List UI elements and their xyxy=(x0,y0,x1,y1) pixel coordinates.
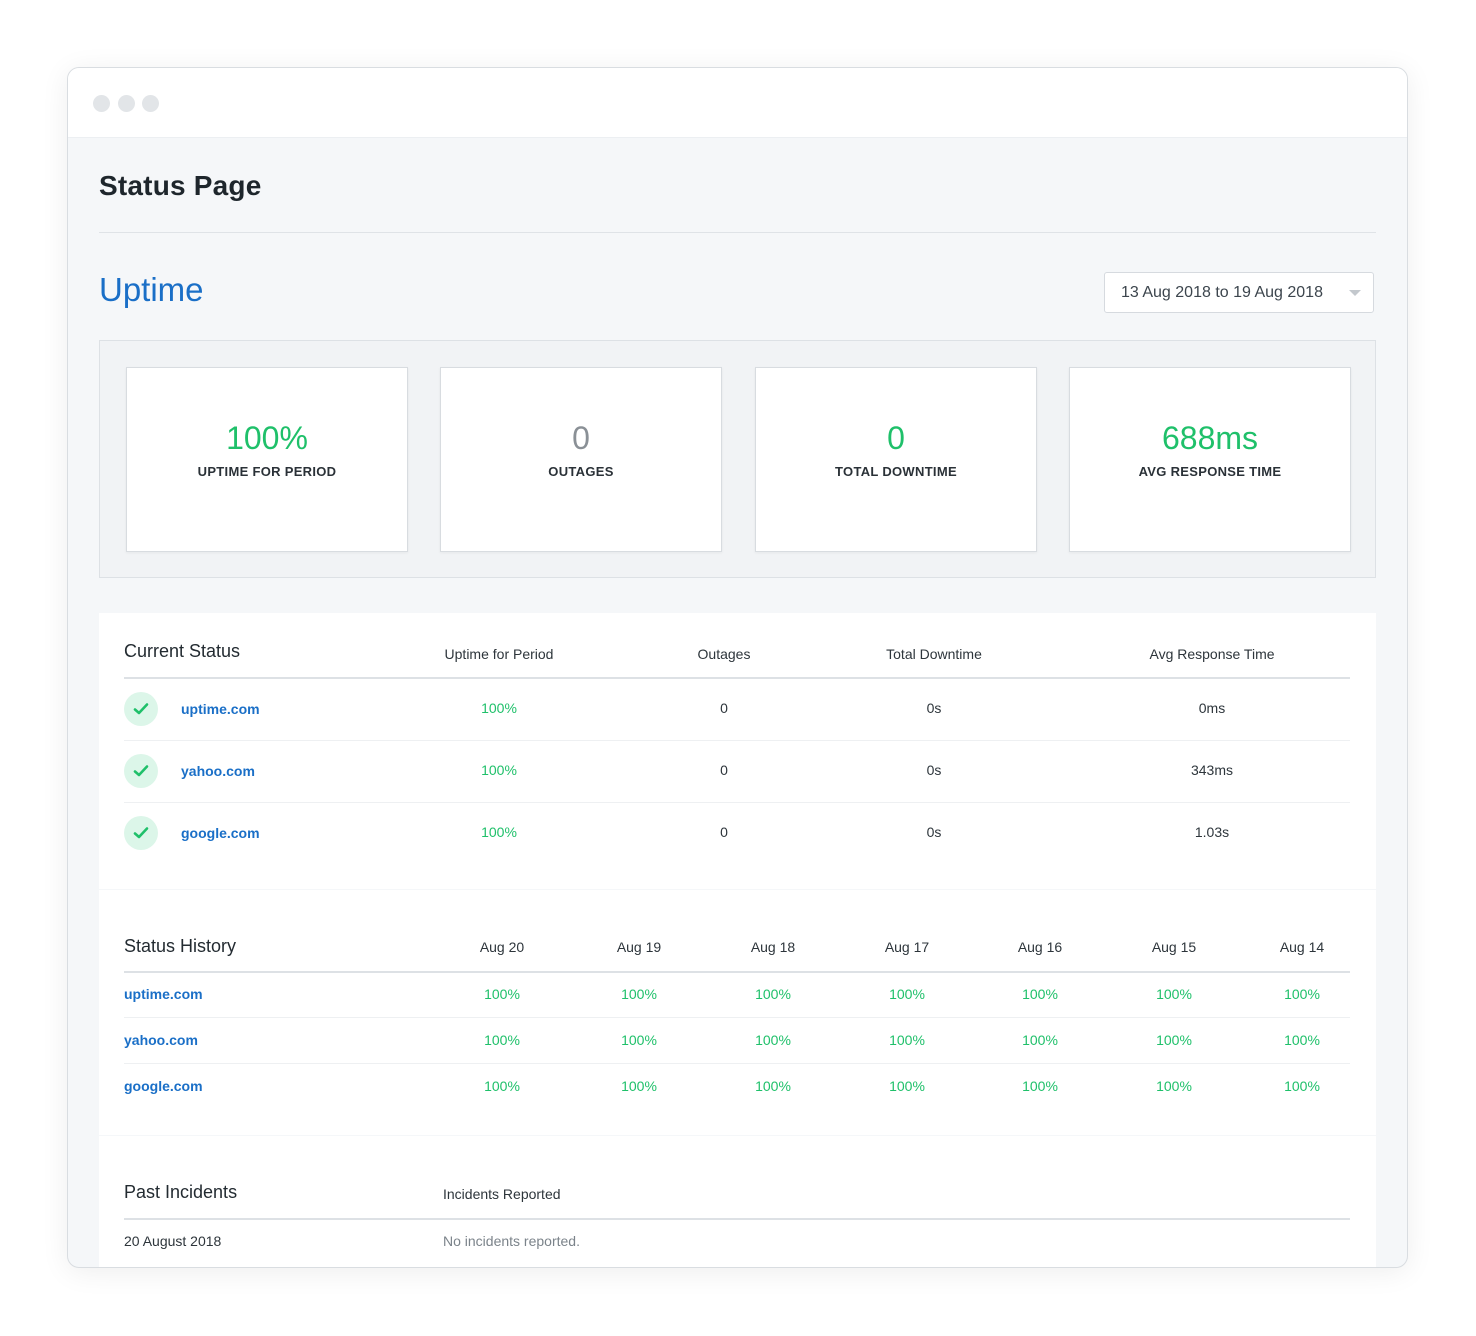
response-value: 343ms xyxy=(1190,762,1234,778)
day-header: Aug 18 xyxy=(750,939,796,955)
window-titlebar xyxy=(68,68,1407,138)
outages-value: 0 xyxy=(720,700,728,716)
stat-card-response-time: 688ms AVG RESPONSE TIME xyxy=(1069,367,1351,552)
uptime-stats-panel: 100% UPTIME FOR PERIOD 0 OUTAGES 0 TOTAL… xyxy=(99,340,1376,578)
history-value: 100% xyxy=(889,1078,925,1094)
history-value: 100% xyxy=(484,1078,520,1094)
history-value: 100% xyxy=(621,986,657,1002)
stat-card-downtime: 0 TOTAL DOWNTIME xyxy=(755,367,1037,552)
row-divider xyxy=(124,1063,1350,1064)
uptime-value: 100% xyxy=(481,824,517,840)
history-value: 100% xyxy=(484,1032,520,1048)
downtime-value: 0s xyxy=(926,700,942,716)
day-header: Aug 14 xyxy=(1279,939,1325,955)
current-status-card: Current Status Uptime for Period Outages… xyxy=(99,613,1376,889)
date-range-select[interactable]: 13 Aug 2018 to 19 Aug 2018 xyxy=(1104,272,1374,313)
window-close-dot[interactable] xyxy=(93,95,110,112)
history-value: 100% xyxy=(1284,1032,1320,1048)
stat-card-uptime: 100% UPTIME FOR PERIOD xyxy=(126,367,408,552)
incident-date: 20 August 2018 xyxy=(124,1233,222,1249)
response-value: 1.03s xyxy=(1194,824,1230,840)
chevron-down-icon xyxy=(1349,290,1361,296)
title-divider xyxy=(99,232,1376,233)
window-maximize-dot[interactable] xyxy=(142,95,159,112)
history-value: 100% xyxy=(1284,1078,1320,1094)
header-divider xyxy=(124,1218,1350,1220)
past-incidents-card: Past Incidents Incidents Reported 20 Aug… xyxy=(99,1136,1376,1267)
uptime-value: 100% xyxy=(481,700,517,716)
history-value: 100% xyxy=(621,1078,657,1094)
history-value: 100% xyxy=(1156,1032,1192,1048)
downtime-value: 0s xyxy=(926,762,942,778)
stat-value: 0 xyxy=(887,420,905,456)
status-history-title: Status History xyxy=(124,936,237,956)
status-history-card: Status History Aug 20 Aug 19 Aug 18 Aug … xyxy=(99,890,1376,1135)
date-range-value: 13 Aug 2018 to 19 Aug 2018 xyxy=(1121,284,1323,301)
history-value: 100% xyxy=(1022,986,1058,1002)
history-value: 100% xyxy=(1284,986,1320,1002)
header-divider xyxy=(124,971,1350,973)
downtime-value: 0s xyxy=(926,824,942,840)
stat-value: 100% xyxy=(226,420,308,456)
history-value: 100% xyxy=(484,986,520,1002)
header-divider xyxy=(124,677,1350,679)
check-icon xyxy=(124,816,158,850)
window-minimize-dot[interactable] xyxy=(118,95,135,112)
column-header: Outages xyxy=(697,646,751,662)
site-link[interactable]: uptime.com xyxy=(124,986,203,1002)
uptime-heading: Uptime xyxy=(99,271,204,308)
row-divider xyxy=(124,802,1350,803)
stat-label: TOTAL DOWNTIME xyxy=(835,464,957,479)
outages-value: 0 xyxy=(720,824,728,840)
browser-window: Status Page Uptime 13 Aug 2018 to 19 Aug… xyxy=(67,67,1408,1268)
history-value: 100% xyxy=(889,1032,925,1048)
history-value: 100% xyxy=(1156,986,1192,1002)
response-value: 0ms xyxy=(1198,700,1226,716)
uptime-value: 100% xyxy=(481,762,517,778)
stat-label: OUTAGES xyxy=(548,464,614,479)
site-link[interactable]: google.com xyxy=(124,1078,203,1094)
row-divider xyxy=(124,1017,1350,1018)
incident-text: No incidents reported. xyxy=(443,1233,580,1249)
site-link[interactable]: yahoo.com xyxy=(124,1032,198,1048)
history-value: 100% xyxy=(1156,1078,1192,1094)
day-header: Aug 19 xyxy=(616,939,662,955)
history-value: 100% xyxy=(621,1032,657,1048)
current-status-title: Current Status xyxy=(124,641,241,661)
row-divider xyxy=(124,740,1350,741)
stat-value: 688ms xyxy=(1161,420,1259,456)
day-header: Aug 15 xyxy=(1151,939,1197,955)
column-header: Avg Response Time xyxy=(1149,646,1275,662)
outages-value: 0 xyxy=(720,762,728,778)
day-header: Aug 17 xyxy=(884,939,930,955)
history-value: 100% xyxy=(755,1078,791,1094)
page-title: Status Page xyxy=(99,170,262,201)
history-value: 100% xyxy=(889,986,925,1002)
stat-card-outages: 0 OUTAGES xyxy=(440,367,722,552)
past-incidents-title: Past Incidents xyxy=(124,1182,238,1202)
stat-label: AVG RESPONSE TIME xyxy=(1138,464,1282,479)
site-link[interactable]: yahoo.com xyxy=(181,763,255,779)
day-header: Aug 16 xyxy=(1017,939,1063,955)
history-value: 100% xyxy=(1022,1032,1058,1048)
stat-label: UPTIME FOR PERIOD xyxy=(197,464,337,479)
history-value: 100% xyxy=(755,986,791,1002)
column-header: Uptime for Period xyxy=(444,646,554,662)
day-header: Aug 20 xyxy=(479,939,525,955)
check-icon xyxy=(124,692,158,726)
site-link[interactable]: google.com xyxy=(181,825,260,841)
history-value: 100% xyxy=(755,1032,791,1048)
check-icon xyxy=(124,754,158,788)
column-header: Incidents Reported xyxy=(443,1186,561,1202)
stat-value: 0 xyxy=(572,420,590,456)
site-link[interactable]: uptime.com xyxy=(181,701,260,717)
history-value: 100% xyxy=(1022,1078,1058,1094)
column-header: Total Downtime xyxy=(886,646,982,662)
